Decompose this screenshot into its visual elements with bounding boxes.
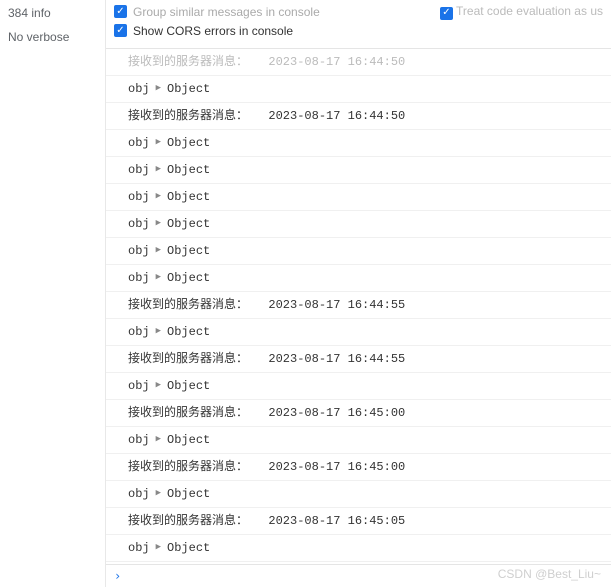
obj-key: obj [128, 242, 150, 260]
obj-label[interactable]: Object [167, 377, 210, 395]
server-msg-timestamp: 2023-08-17 16:45:00 [268, 404, 405, 422]
disclosure-icon[interactable]: ▶ [156, 187, 161, 205]
server-msg-label: 接收到的服务器消息： [128, 350, 262, 368]
log-row[interactable]: obj ▶ Object [106, 130, 611, 157]
obj-key: obj [128, 485, 150, 503]
disclosure-icon[interactable]: ▶ [156, 214, 161, 232]
obj-key: obj [128, 539, 150, 557]
log-row[interactable]: 接收到的服务器消息： 2023-08-17 16:44:55 [106, 292, 611, 319]
log-row[interactable]: obj ▶ Object [106, 427, 611, 454]
obj-key: obj [128, 80, 150, 98]
log-row[interactable]: obj ▶ Object [106, 157, 611, 184]
disclosure-icon[interactable]: ▶ [156, 268, 161, 286]
log-row[interactable]: obj ▶ Object [106, 535, 611, 562]
disclosure-icon[interactable]: ▶ [156, 79, 161, 97]
server-msg-label: 接收到的服务器消息： [128, 53, 262, 71]
disclosure-icon[interactable]: ▶ [156, 538, 161, 556]
server-msg-timestamp: 2023-08-17 16:44:50 [268, 53, 405, 71]
log-row[interactable]: 接收到的服务器消息： 2023-08-17 16:44:50 [106, 49, 611, 76]
server-msg-label: 接收到的服务器消息： [128, 512, 262, 530]
log-row[interactable]: obj ▶ Object [106, 211, 611, 238]
obj-label[interactable]: Object [167, 134, 210, 152]
obj-label[interactable]: Object [167, 323, 210, 341]
server-msg-label: 接收到的服务器消息： [128, 296, 262, 314]
sidebar-info[interactable]: 384 info [8, 6, 97, 20]
log-row[interactable]: 接收到的服务器消息： 2023-08-17 16:44:50 [106, 103, 611, 130]
console-log-area[interactable]: 接收到的服务器消息： 2023-08-17 16:44:50 obj ▶ Object… [106, 49, 611, 565]
console-settings: ✓ Group similar messages in console ✓ Tr… [106, 0, 611, 49]
log-row[interactable]: 接收到的服务器消息： 2023-08-17 16:45:05 [106, 508, 611, 535]
log-row[interactable]: obj ▶ Object [106, 184, 611, 211]
obj-key: obj [128, 269, 150, 287]
obj-key: obj [128, 188, 150, 206]
obj-label[interactable]: Object [167, 161, 210, 179]
server-msg-timestamp: 2023-08-17 16:44:55 [268, 350, 405, 368]
log-row[interactable]: 接收到的服务器消息： 2023-08-17 16:45:00 [106, 454, 611, 481]
log-row[interactable]: obj ▶ Object [106, 481, 611, 508]
obj-key: obj [128, 215, 150, 233]
obj-key: obj [128, 323, 150, 341]
obj-label[interactable]: Object [167, 539, 210, 557]
checkbox-show-cors[interactable]: ✓ [114, 24, 127, 37]
sidebar-verbose[interactable]: No verbose [8, 30, 97, 44]
obj-label[interactable]: Object [167, 188, 210, 206]
log-row[interactable]: obj ▶ Object [106, 373, 611, 400]
server-msg-timestamp: 2023-08-17 16:45:00 [268, 458, 405, 476]
server-msg-timestamp: 2023-08-17 16:44:50 [268, 107, 405, 125]
log-row[interactable]: obj ▶ Object [106, 238, 611, 265]
server-msg-label: 接收到的服务器消息： [128, 404, 262, 422]
disclosure-icon[interactable]: ▶ [156, 376, 161, 394]
checkbox-treat-code[interactable]: ✓ [440, 7, 453, 20]
obj-label[interactable]: Object [167, 80, 210, 98]
disclosure-icon[interactable]: ▶ [156, 241, 161, 259]
label-show-cors: Show CORS errors in console [133, 24, 293, 38]
disclosure-icon[interactable]: ▶ [156, 133, 161, 151]
disclosure-icon[interactable]: ▶ [156, 322, 161, 340]
console-prompt[interactable]: › [106, 564, 611, 587]
log-row[interactable]: 接收到的服务器消息： 2023-08-17 16:45:00 [106, 400, 611, 427]
prompt-icon: › [114, 569, 121, 583]
obj-key: obj [128, 134, 150, 152]
disclosure-icon[interactable]: ▶ [156, 430, 161, 448]
label-treat-code: Treat code evaluation as us [456, 4, 603, 18]
server-msg-timestamp: 2023-08-17 16:45:05 [268, 512, 405, 530]
sidebar: 384 info No verbose [0, 0, 105, 587]
obj-key: obj [128, 161, 150, 179]
checkbox-group-similar[interactable]: ✓ [114, 5, 127, 18]
server-msg-label: 接收到的服务器消息： [128, 458, 262, 476]
log-row[interactable]: obj ▶ Object [106, 319, 611, 346]
disclosure-icon[interactable]: ▶ [156, 160, 161, 178]
obj-label[interactable]: Object [167, 242, 210, 260]
server-msg-timestamp: 2023-08-17 16:44:55 [268, 296, 405, 314]
log-row[interactable]: obj ▶ Object [106, 76, 611, 103]
server-msg-label: 接收到的服务器消息： [128, 107, 262, 125]
obj-label[interactable]: Object [167, 431, 210, 449]
main-panel: ✓ Group similar messages in console ✓ Tr… [105, 0, 611, 587]
log-row[interactable]: obj ▶ Object [106, 265, 611, 292]
obj-label[interactable]: Object [167, 215, 210, 233]
obj-label[interactable]: Object [167, 485, 210, 503]
obj-key: obj [128, 431, 150, 449]
log-row[interactable]: 接收到的服务器消息： 2023-08-17 16:44:55 [106, 346, 611, 373]
label-group-similar: Group similar messages in console [133, 5, 320, 19]
obj-label[interactable]: Object [167, 269, 210, 287]
obj-key: obj [128, 377, 150, 395]
disclosure-icon[interactable]: ▶ [156, 484, 161, 502]
